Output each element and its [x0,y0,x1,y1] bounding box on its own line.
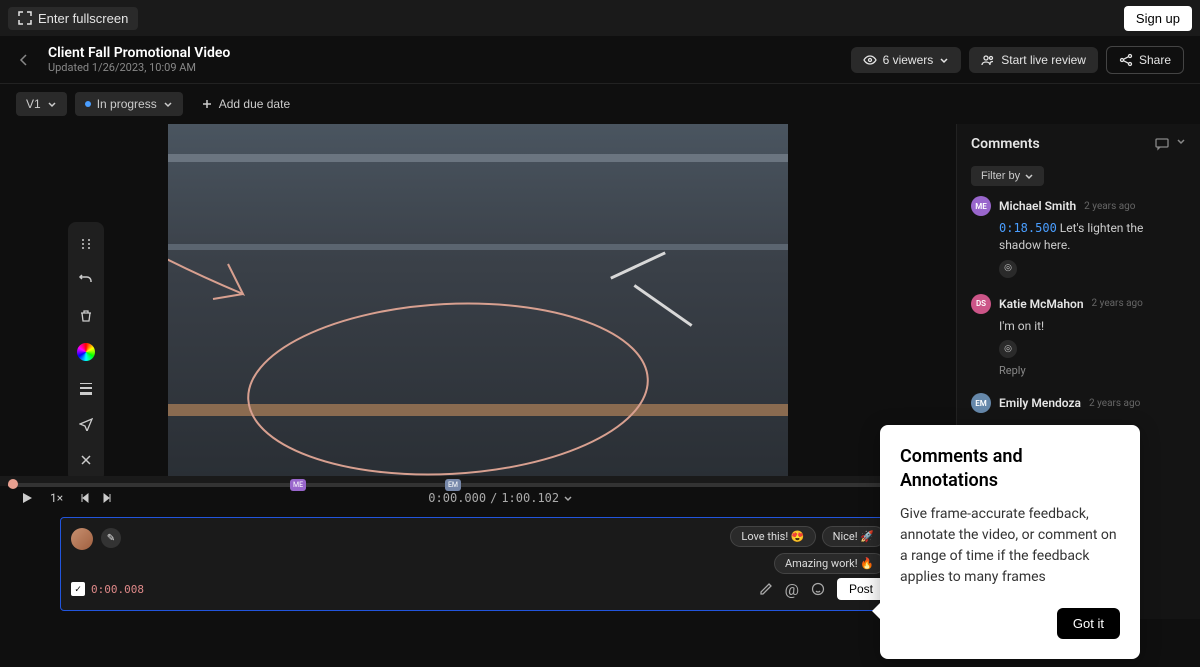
comment-input[interactable]: ✎ Love this! 😍 Nice! 🚀 Amazing work! 🔥 ✓… [60,517,896,611]
chevron-down-icon [939,55,949,65]
share-button[interactable]: Share [1106,46,1184,74]
video-frame[interactable] [0,124,956,476]
status-dot-icon [85,101,91,107]
next-frame-button[interactable] [101,492,113,504]
add-due-date-button[interactable]: Add due date [191,92,300,116]
timeline-marker[interactable]: ME [290,479,306,491]
annotation-badge-icon[interactable]: ◎ [999,260,1017,278]
due-date-label: Add due date [219,97,290,111]
comment-item[interactable]: EM Emily Mendoza 2 years ago [971,393,1186,413]
stroke-width-button[interactable] [72,374,100,402]
tooltip-body: Give frame-accurate feedback, annotate t… [900,504,1120,588]
chevron-down-icon[interactable] [1176,136,1186,152]
chevron-down-icon [1024,171,1034,181]
viewers-button[interactable]: 6 viewers [851,47,962,73]
status-label: In progress [97,97,157,111]
emoji-icon[interactable] [811,582,825,596]
suggestion-chip[interactable]: Nice! 🚀 [822,526,885,547]
share-icon [1119,53,1133,67]
enter-fullscreen-button[interactable]: Enter fullscreen [8,7,138,30]
chevron-down-icon [47,99,57,109]
drag-handle-icon[interactable] [72,230,100,258]
comment-age: 2 years ago [1089,398,1140,409]
post-button[interactable]: Post [837,578,885,600]
comment-author: Katie McMahon [999,297,1084,311]
comment-text: I'm on it! [999,319,1044,333]
reply-link[interactable]: Reply [999,364,1186,377]
timeline[interactable]: ME EM [0,476,956,486]
color-picker-button[interactable] [72,338,100,366]
viewers-label: 6 viewers [883,53,934,67]
chevron-down-icon[interactable] [563,493,573,503]
start-live-review-button[interactable]: Start live review [969,47,1098,73]
people-icon [981,53,995,67]
timeline-marker[interactable]: EM [445,479,461,491]
version-label: V1 [26,97,41,111]
comment-item[interactable]: ME Michael Smith 2 years ago 0:18.500 Le… [971,196,1186,278]
draw-icon[interactable] [759,582,773,596]
playback-speed[interactable]: 1× [50,491,63,505]
tooltip-title: Comments and Annotations [900,445,1120,492]
live-review-label: Start live review [1001,53,1086,67]
status-dropdown[interactable]: In progress [75,92,183,116]
undo-button[interactable] [72,266,100,294]
signup-button[interactable]: Sign up [1124,6,1192,31]
comment-author: Emily Mendoza [999,396,1081,410]
comment-author: Michael Smith [999,199,1076,213]
annotation-toolbar [68,222,104,482]
suggestion-chip[interactable]: Love this! 😍 [730,526,815,547]
fullscreen-label: Enter fullscreen [38,11,128,26]
project-title: Client Fall Promotional Video [48,45,230,61]
onboarding-tooltip: Comments and Annotations Give frame-accu… [880,425,1140,659]
user-avatar [71,528,93,550]
play-button[interactable] [20,491,34,505]
avatar: EM [971,393,991,413]
annotation-badge-icon[interactable]: ◎ [999,340,1017,358]
timestamp-link[interactable]: 0:18.500 [999,221,1057,235]
close-button[interactable] [72,446,100,474]
chevron-down-icon [163,99,173,109]
comment-item[interactable]: DS Katie McMahon 2 years ago I'm on it! … [971,294,1186,378]
project-updated: Updated 1/26/2023, 10:09 AM [48,61,230,74]
video-content [168,124,788,476]
sidebar-title: Comments [971,136,1040,152]
mention-icon[interactable]: @ [785,580,799,599]
fullscreen-icon [18,11,32,25]
annotation-indicator-icon[interactable]: ✎ [101,528,121,548]
comment-age: 2 years ago [1084,201,1135,212]
timestamp-checkbox[interactable]: ✓ 0:00.008 [71,582,144,596]
share-label: Share [1139,53,1171,67]
version-dropdown[interactable]: V1 [16,92,67,116]
avatar: DS [971,294,991,314]
send-button[interactable] [72,410,100,438]
avatar: ME [971,196,991,216]
time-display: 0:00.000 / 1:00.102 [428,491,573,505]
filter-dropdown[interactable]: Filter by [971,166,1044,186]
comment-mode-icon[interactable] [1154,136,1170,152]
comment-age: 2 years ago [1092,298,1143,309]
delete-button[interactable] [72,302,100,330]
plus-icon [201,98,213,110]
prev-frame-button[interactable] [79,492,91,504]
checkbox-icon: ✓ [71,582,85,596]
comment-suggestions: Love this! 😍 Nice! 🚀 Amazing work! 🔥 [730,526,885,574]
playhead[interactable] [8,479,18,489]
tooltip-dismiss-button[interactable]: Got it [1057,608,1120,639]
back-arrow-icon[interactable] [16,52,32,68]
eye-icon [863,53,877,67]
suggestion-chip[interactable]: Amazing work! 🔥 [774,553,885,574]
